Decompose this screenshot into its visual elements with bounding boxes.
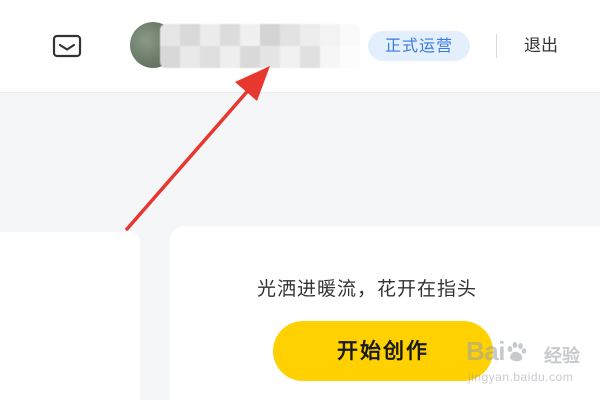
- mail-icon: [52, 34, 82, 58]
- card-slogan: 光洒进暖流，花开在指头: [257, 278, 478, 300]
- baidu-paw-icon: [507, 342, 527, 362]
- logout-button[interactable]: 退出: [524, 32, 558, 60]
- status-badge: 正式运营: [368, 31, 470, 61]
- watermark-brand: Bai: [466, 336, 505, 366]
- baidu-jingyan-watermark: Bai 经验 jingyan.baidu.com: [466, 334, 596, 394]
- start-creating-button[interactable]: 开始创作: [273, 321, 493, 381]
- username-redacted: [160, 24, 360, 68]
- watermark-suffix: 经验: [544, 346, 580, 367]
- message-button[interactable]: [52, 34, 82, 58]
- left-content-panel: [0, 232, 140, 400]
- watermark-url: jingyan.baidu.com: [468, 370, 574, 384]
- header-divider: [496, 34, 497, 58]
